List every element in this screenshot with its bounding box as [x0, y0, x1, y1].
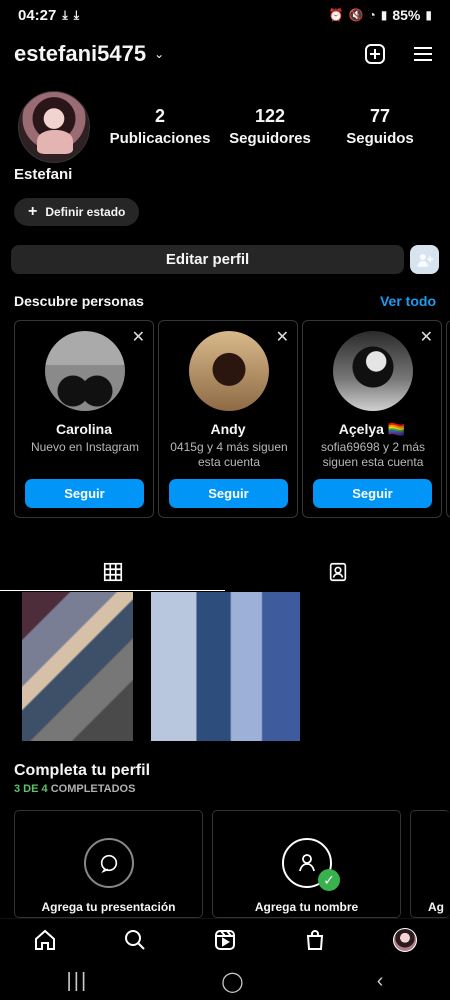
close-icon[interactable]: ✕	[276, 327, 289, 347]
bottom-navigation	[0, 918, 450, 961]
discover-title: Descubre personas	[14, 293, 144, 309]
posts-count: 2	[154, 106, 165, 126]
define-status-button[interactable]: + Definir estado	[14, 198, 140, 226]
suggestion-name: Açelya 🏳️‍🌈	[338, 421, 406, 437]
back-icon[interactable]: ‹	[377, 970, 384, 993]
home-system-icon[interactable]: ◯	[221, 969, 243, 994]
add-name-card[interactable]: ✓ Agrega tu nombre	[212, 810, 401, 918]
status-right: ⏰ 🔇 ◔ ▮ 85% ▮	[329, 7, 432, 23]
tagged-tab[interactable]	[225, 553, 450, 591]
battery-text: 85%	[392, 7, 421, 23]
suggestion-card-andy[interactable]: ✕ Andy 0415g y 4 más siguen esta cuenta …	[158, 320, 298, 518]
andy-photo[interactable]	[189, 331, 269, 411]
search-button[interactable]	[121, 926, 149, 954]
partial-task-card[interactable]: Ag	[410, 810, 450, 918]
shop-button[interactable]	[301, 926, 329, 954]
chat-bubble-icon	[84, 838, 134, 888]
post-thumbnail[interactable]	[22, 592, 133, 741]
status-bar: 04:27 ⤓ ⤓ ⏰ 🔇 ◔ ▮ 85% ▮	[0, 0, 450, 30]
shop-icon	[306, 930, 324, 950]
profile-avatar[interactable]	[18, 91, 90, 163]
menu-button[interactable]	[410, 41, 436, 67]
grid-tab[interactable]	[0, 553, 225, 591]
suggestion-subtitle: 0415g y 4 más siguen esta cuenta	[170, 440, 288, 469]
chevron-down-icon[interactable]: ⌄	[154, 47, 164, 61]
following-stat[interactable]: 77 Seguidos	[325, 106, 435, 147]
progress-rest: COMPLETADOS	[47, 783, 136, 795]
recent-apps-icon[interactable]: |||	[67, 970, 89, 993]
following-count: 77	[369, 106, 391, 126]
followers-stat[interactable]: 122 Seguidores	[215, 106, 325, 147]
acelya-photo[interactable]	[333, 331, 413, 411]
home-icon	[35, 929, 55, 950]
followers-count: 122	[254, 106, 286, 126]
plus-icon: +	[28, 203, 38, 220]
time-text: 04:27	[18, 6, 57, 24]
carolina-photo[interactable]	[45, 331, 125, 411]
display-name: Estefani	[14, 166, 73, 183]
suggestion-subtitle: sofia69698 y 2 más siguen esta cuenta	[320, 440, 426, 469]
complete-profile-progress: 3 DE 4 COMPLETADOS	[14, 783, 135, 795]
suggestion-card-acelya[interactable]: ✕ Açelya 🏳️‍🌈 sofia69698 y 2 más siguen …	[302, 320, 442, 518]
reels-button[interactable]	[211, 926, 239, 954]
mute-icon: 🔇	[348, 8, 364, 22]
suggestion-name: Andy	[210, 421, 246, 437]
suggestion-name: Carolina	[55, 421, 112, 437]
discover-people-button[interactable]	[410, 245, 439, 274]
define-status-label: Definir estado	[45, 205, 126, 219]
signal-icon: ▮	[380, 8, 388, 22]
task-label: Ag	[428, 900, 444, 914]
check-icon: ✓	[318, 869, 340, 891]
task-label: Agrega tu presentación	[41, 900, 176, 914]
profile-avatar-icon	[393, 928, 417, 952]
profile-tab[interactable]	[391, 926, 419, 954]
following-label: Seguidos	[346, 130, 414, 147]
add-bio-card[interactable]: Agrega tu presentación	[14, 810, 203, 918]
follow-button[interactable]: Seguir	[25, 479, 144, 508]
posts-label: Publicaciones	[109, 130, 211, 147]
follow-button[interactable]: Seguir	[313, 479, 432, 508]
wifi-icon: ◔	[368, 8, 376, 22]
person-icon: ✓	[282, 838, 340, 891]
plus-square-icon	[365, 44, 385, 64]
profile-header: estefani5475 ⌄	[14, 36, 436, 72]
menu-icon	[414, 47, 432, 61]
profile-stats: 2 Publicaciones 122 Seguidores 77 Seguid…	[105, 106, 435, 147]
tagged-person-icon	[329, 562, 346, 582]
battery-icon: ▮	[425, 8, 432, 22]
username[interactable]: estefani5475	[14, 41, 146, 67]
follow-button[interactable]: Seguir	[169, 479, 288, 508]
posts-grid	[22, 592, 300, 741]
close-icon[interactable]: ✕	[420, 327, 433, 347]
create-button[interactable]	[362, 41, 388, 67]
grid-icon	[103, 562, 122, 581]
alarm-icon: ⏰	[328, 8, 344, 22]
posts-stat[interactable]: 2 Publicaciones	[105, 106, 215, 147]
suggestion-card-carolina[interactable]: ✕ Carolina Nuevo en Instagram Seguir	[14, 320, 154, 518]
status-left: 04:27 ⤓ ⤓	[18, 7, 79, 24]
search-icon	[125, 930, 145, 950]
followers-label: Seguidores	[229, 130, 311, 147]
progress-done: 3 DE 4	[14, 783, 48, 795]
edit-profile-button[interactable]: Editar perfil	[11, 245, 404, 274]
discover-header: Descubre personas Ver todo	[14, 293, 436, 309]
close-icon[interactable]: ✕	[132, 327, 145, 347]
post-thumbnail[interactable]	[151, 592, 300, 741]
profile-tabs	[0, 553, 450, 591]
home-button[interactable]	[31, 926, 59, 954]
suggestion-subtitle: Nuevo en Instagram	[30, 440, 140, 454]
header-actions	[362, 41, 436, 67]
suggestion-card-partial[interactable]	[446, 320, 450, 518]
system-navigation: ||| ◯ ‹	[0, 962, 450, 1000]
task-label: Agrega tu nombre	[254, 900, 359, 914]
reels-icon	[215, 930, 235, 950]
download-icon: ⤓	[73, 7, 79, 22]
suggested-people-list: ✕ Carolina Nuevo en Instagram Seguir ✕ A…	[14, 320, 450, 518]
profile-task-cards: Agrega tu presentación ✓ Agrega tu nombr…	[14, 810, 450, 918]
complete-profile-title: Completa tu perfil	[14, 762, 151, 779]
add-person-icon	[417, 253, 433, 267]
profile-actions: Editar perfil	[11, 245, 439, 274]
see-all-link[interactable]: Ver todo	[380, 293, 436, 309]
download-icon: ⤓	[62, 7, 68, 22]
